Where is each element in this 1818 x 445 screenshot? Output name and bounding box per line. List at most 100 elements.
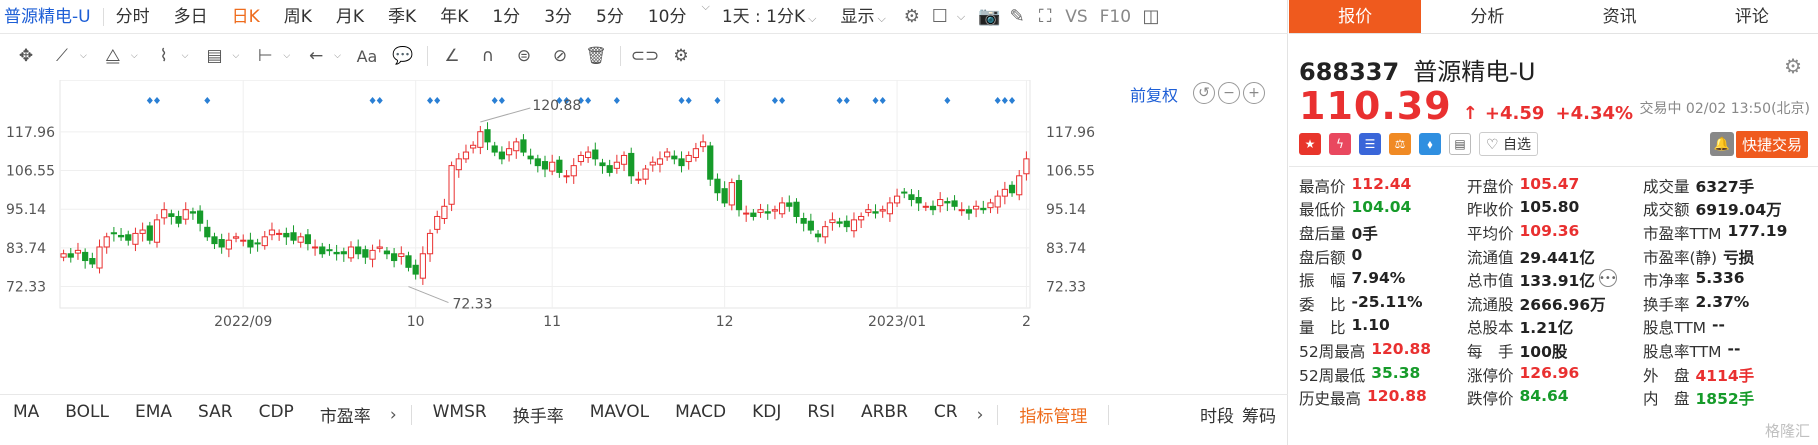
chevron-right-icon[interactable]: › [384,405,403,425]
tag-icon[interactable]: ⬧ [1419,133,1441,155]
more-icon[interactable]: ••• [1598,269,1617,288]
arrow-tool-icon[interactable]: ← [298,41,334,71]
stat-value: 0 [1351,245,1363,264]
period-tab[interactable]: 年K [428,0,480,34]
square-icon[interactable]: ☐ [926,0,954,34]
indicator-item[interactable]: MACD [662,402,739,427]
time-period-button[interactable]: 时段 [1196,402,1238,427]
indicator-item[interactable]: CR [921,402,971,427]
candle-body [728,182,735,206]
period-tab[interactable]: 3分 [532,0,584,34]
candle-body [549,161,556,172]
lightning-icon[interactable]: ϟ [1329,133,1351,155]
pen-icon[interactable]: ✎ [1003,0,1031,34]
stat-value: -- [1727,339,1741,358]
link-icon[interactable]: ⊂⊃ [627,41,663,71]
watchlist-button[interactable]: ♡ 自选 [1479,132,1539,156]
wave-tool-icon[interactable]: ⌇ [146,41,182,71]
channel-tool-icon[interactable]: ⧋ [95,41,131,71]
database-icon[interactable]: ☰ [1359,133,1381,155]
indicator-item[interactable]: EMA [122,402,185,427]
indicator-item[interactable]: CDP [246,402,307,427]
angle-tool-icon[interactable]: ∠ [434,41,470,71]
indicator-item[interactable]: 市盈率 [307,402,384,427]
quote-tab[interactable]: 评论 [1686,0,1818,33]
settings-icon[interactable]: ⚙ [898,0,926,34]
quote-tab[interactable]: 分析 [1421,0,1553,33]
indicator-item[interactable]: MAVOL [577,402,662,427]
lock-eye-icon[interactable]: ⊜ [506,41,542,71]
indicator-item[interactable]: BOLL [52,402,122,427]
indicator-list-left: MA BOLL EMA SAR CDP 市盈率 [0,402,384,427]
stat-value: 126.96 [1519,363,1580,382]
indicator-item[interactable]: ARBR [848,402,921,427]
notes-icon[interactable]: ▤ [1449,133,1471,155]
text-tool-icon[interactable]: Aa [349,41,385,71]
period-tab[interactable]: 周K [272,0,324,34]
chevron-down-icon[interactable]: ⌵ [701,0,709,34]
chevron-right-icon[interactable]: › [971,405,990,425]
gear-icon[interactable]: ⚙ [1784,54,1802,78]
stats-row: 量 比 1.10 总股本 1.21亿 股息TTM -- [1299,316,1818,340]
hide-icon[interactable]: ⊘ [542,41,578,71]
comment-tool-icon[interactable]: 💬 [385,41,421,71]
period-tab[interactable]: 月K [324,0,376,34]
candle-body [391,253,398,262]
period-tab[interactable]: 5分 [584,0,636,34]
indicator-item[interactable]: KDJ [739,402,794,427]
gear-icon[interactable]: ⚙ [663,41,699,71]
trash-icon[interactable]: 🗑 [578,41,614,71]
fib-tool-icon[interactable]: ▤ [196,41,232,71]
scale-icon[interactable]: ⚖ [1389,133,1411,155]
quick-trade-button[interactable]: 快捷交易 [1735,131,1808,158]
stats-row: 52周最低 35.38 涨停价 126.96 外 盘 4114手 [1299,363,1818,387]
period-tab[interactable]: 1分 [480,0,532,34]
candlestick-chart[interactable]: 117.96 117.96 106.55 106.55 95.14 95.14 83.74 8… [0,80,1288,390]
candle-body [304,234,311,245]
line-tool-icon[interactable]: ⟋ [44,41,80,71]
camera-icon[interactable]: 📷 [975,0,1003,34]
fullscreen-icon[interactable]: ⛶ [1031,0,1059,34]
event-marker [376,97,383,104]
move-icon[interactable]: ✥ [8,41,44,71]
candle-body [117,234,125,238]
indicator-manage-button[interactable]: 指标管理 [1006,402,1100,427]
indicator-item[interactable]: 换手率 [500,402,577,427]
x-tick-label: 12 [716,314,734,330]
indicator-item[interactable]: MA [0,402,52,427]
period-tab[interactable]: 日K [220,0,272,34]
candle-body [297,236,304,243]
display-select[interactable]: 显示 ⌵ [829,0,898,34]
vs-button[interactable]: VS [1059,0,1093,34]
stock-name-label[interactable]: 普源精电-U [0,0,103,34]
candle-body [893,195,901,204]
candle-body [735,180,743,211]
measure-tool-icon[interactable]: ⊢ [247,41,283,71]
period-tab[interactable]: 10分 [636,0,699,34]
range-select[interactable]: 1天 : 1分K ⌵ [710,0,829,34]
chips-button[interactable]: 筹码 [1238,402,1288,427]
stat-value: 7.94% [1351,269,1406,288]
indicator-item[interactable]: RSI [794,402,848,427]
period-tab[interactable]: 分时 [104,0,162,34]
candle-body [340,251,347,255]
stats-row: 52周最高 120.88 每 手 100股 股息率TTM -- [1299,339,1818,363]
magnet-icon[interactable]: ∩ [470,41,506,71]
stats-row: 最低价 104.04 昨收价 105.80 成交额 6919.04万 [1299,198,1818,222]
divider [426,46,428,66]
bell-icon[interactable]: 🔔 [1710,132,1734,156]
f10-button[interactable]: F10 [1094,0,1137,34]
quote-tab[interactable]: 资讯 [1554,0,1686,33]
period-tab[interactable]: 多日 [162,0,220,34]
sidebar-toggle-icon[interactable]: ◫ [1137,0,1165,34]
period-tab[interactable]: 季K [376,0,428,34]
indicator-item[interactable]: WMSR [420,402,500,427]
indicator-item[interactable]: SAR [185,402,246,427]
candle-body [527,155,534,160]
quote-tab[interactable]: 报价 [1289,0,1422,33]
stat-value: 1852手 [1695,390,1755,409]
candle-body [470,144,477,149]
stat-cell: 市盈率TTM 177.19 [1643,222,1818,244]
stat-cell: 昨收价 105.80 [1467,198,1643,220]
candle-body [994,195,1001,208]
